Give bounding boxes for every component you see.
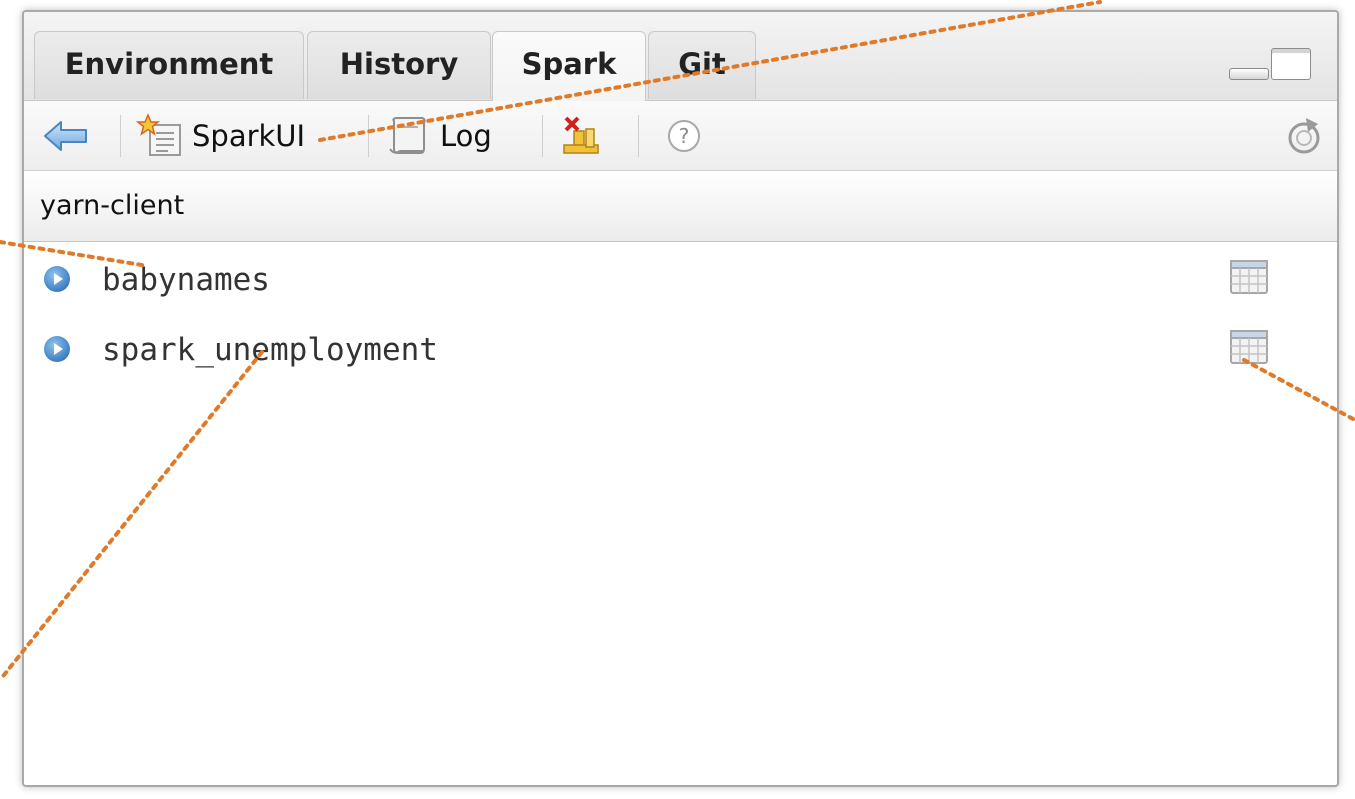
expand-icon[interactable]	[44, 266, 70, 292]
refresh-icon	[1288, 117, 1320, 153]
help-glyph: ?	[679, 124, 690, 148]
table-row[interactable]: babynames	[24, 250, 1337, 310]
spark-pane: Environment History Spark Git SparkUI Lo…	[22, 10, 1339, 787]
window-controls	[1221, 48, 1317, 82]
back-arrow-icon	[44, 120, 87, 151]
back-button[interactable]	[42, 101, 90, 170]
connection-bar: yarn-client	[24, 171, 1337, 242]
table-row[interactable]: spark_unemployment	[24, 320, 1337, 380]
help-icon: ?	[668, 119, 700, 152]
help-button[interactable]: ?	[666, 101, 702, 170]
table-grid-icon[interactable]	[1230, 260, 1268, 294]
disconnect-icon	[563, 116, 599, 154]
sparkui-button[interactable]: SparkUI	[136, 101, 305, 170]
table-name[interactable]: spark_unemployment	[102, 320, 438, 380]
maximize-button[interactable]	[1271, 48, 1311, 80]
tab-bar: Environment History Spark Git	[24, 12, 1337, 101]
tab-history[interactable]: History	[307, 31, 491, 99]
log-button[interactable]: Log	[388, 101, 492, 170]
tab-git[interactable]: Git	[648, 31, 756, 99]
table-grid-icon[interactable]	[1230, 330, 1268, 364]
toolbar: SparkUI Log ?	[24, 101, 1337, 171]
log-icon	[389, 116, 426, 154]
tab-spark[interactable]: Spark	[492, 31, 646, 101]
disconnect-button[interactable]	[560, 101, 604, 170]
refresh-button[interactable]	[1286, 101, 1322, 170]
minimize-button[interactable]	[1229, 68, 1269, 80]
table-name[interactable]: babynames	[102, 250, 270, 310]
sparkui-icon	[136, 112, 181, 156]
sparkui-label: SparkUI	[192, 118, 306, 153]
expand-icon[interactable]	[44, 336, 70, 362]
tab-environment[interactable]: Environment	[34, 31, 304, 99]
connection-label: yarn-client	[40, 190, 185, 221]
log-label: Log	[440, 118, 492, 153]
